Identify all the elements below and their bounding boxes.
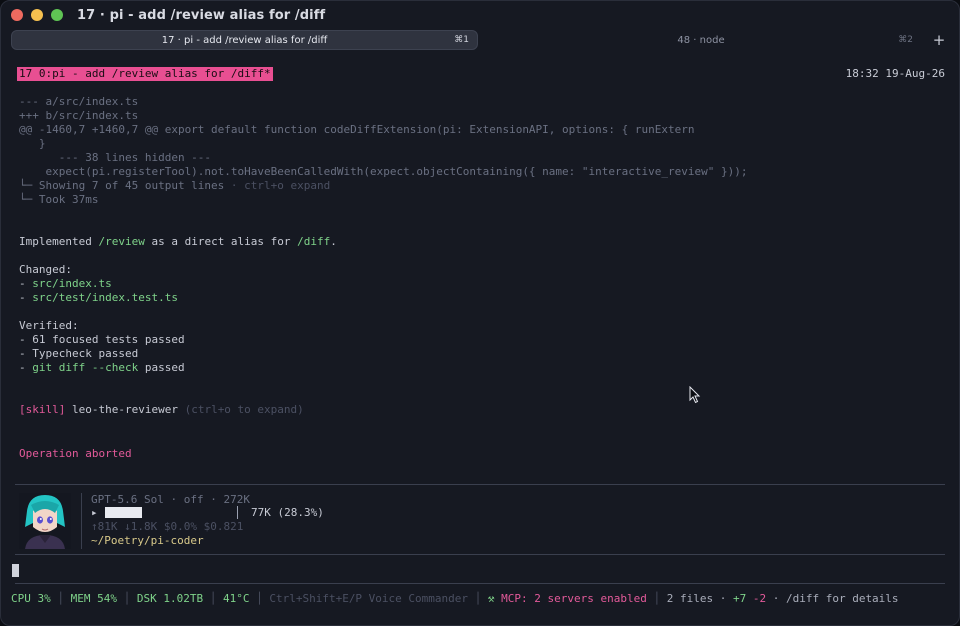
tab-label: 17 · pi - add /review alias for /diff [161,34,328,46]
skill-name: leo-the-reviewer [65,403,178,416]
status-bar: CPU 3% │ MEM 54% │ DSK 1.02TB │ 41°C │ C… [11,592,899,606]
skill-expand-hint[interactable]: (ctrl+o to expand) [178,403,304,416]
status-separator: │ [50,592,71,605]
disk-usage: DSK 1.02TB [136,592,204,605]
output-summary: └─ Showing 7 of 45 output lines · ctrl+o… [19,179,330,193]
diff-file-b: +++ b/src/index.ts [19,109,139,122]
status-separator: │ [116,592,137,605]
skill-tag: [skill] [19,403,66,416]
session-clock: 18:32 19-Aug-26 [845,67,945,80]
context-usage-bar-end [237,506,238,519]
output-summary-text: └─ Showing 7 of 45 output lines [19,179,231,192]
bullet: - [19,361,33,374]
zoom-window-button[interactable] [51,9,63,21]
verified-code: git diff --check [32,361,139,374]
expand-hint[interactable]: · ctrl+o expand [231,179,330,192]
verified-text: Typecheck passed [32,347,139,360]
changed-files-count: 2 files [666,592,714,605]
summary-text: . [330,235,337,248]
review-command: /review [98,235,145,248]
verified-item: - 61 focused tests passed [19,333,185,347]
skill-line: [skill] leo-the-reviewer (ctrl+o to expa… [19,403,304,417]
terminal-window: 17 · pi - add /review alias for /diff 17… [0,0,960,626]
summary-text: Implemented [19,235,99,248]
cpu-usage: CPU 3% [11,592,51,605]
terminal-content[interactable]: 17 0:pi - add /review alias for /diff* 1… [1,57,959,625]
diff-hunk-header: @@ -1460,7 +1460,7 @@ export default fun… [19,123,695,136]
diff-hidden-lines: --- 38 lines hidden --- [19,151,212,164]
diff-details-hint: /diff for details [785,592,899,605]
diff-file-a: --- a/src/index.ts [19,95,139,108]
divider [15,583,945,584]
context-usage: 77K (28.3%) [251,506,324,519]
new-tab-button[interactable]: + [929,30,949,50]
changed-file: src/index.ts [32,277,112,290]
status-separator: │ [468,592,488,605]
tab-label: 48 · node [677,34,725,46]
voice-commander-hint: Ctrl+Shift+E/P Voice Commander [269,592,469,605]
operation-aborted: Operation aborted [19,447,132,460]
avatar-icon [19,493,71,549]
summary-text: as a direct alias for [144,235,298,248]
temperature: 41°C [222,592,250,605]
model-info: GPT-5.6 Sol · off · 272K [91,493,250,506]
diff-code-line: expect(pi.registerTool).not.toHaveBeenCa… [19,165,748,178]
divider [15,484,945,485]
hammer-icon: ⚒ [487,592,495,605]
tab-node[interactable]: 48 · node ⌘2 [481,30,921,50]
title-bar: 17 · pi - add /review alias for /diff [1,1,959,29]
diff-command: /diff [297,235,331,248]
tab-bar: 17 · pi - add /review alias for /diff ⌘1… [1,30,959,51]
status-separator: │ [646,592,667,605]
mouse-pointer-icon [689,386,701,404]
tab-pi[interactable]: 17 · pi - add /review alias for /diff ⌘1 [11,30,478,50]
window-title: 17 · pi - add /review alias for /diff [77,7,326,23]
changed-file: src/test/index.test.ts [32,291,178,304]
context-usage-bar [105,507,142,518]
lines-added: +7 [732,592,747,605]
verified-item: - git diff --check passed [19,361,185,375]
footer-divider [81,493,82,549]
verified-heading: Verified: [19,319,79,332]
changed-file-item: - src/test/index.test.ts [19,291,178,305]
status-separator: │ [203,592,223,605]
changed-file-item: - src/index.ts [19,277,112,291]
memory-usage: MEM 54% [70,592,117,605]
bullet: - [19,347,33,360]
bullet: - [19,277,33,290]
divider [15,554,945,555]
minimize-window-button[interactable] [31,9,43,21]
status-dot: · [713,592,733,605]
verified-text: 61 focused tests passed [32,333,185,346]
input-cursor[interactable] [12,564,19,577]
changed-heading: Changed: [19,263,72,276]
diff-brace: } [19,137,46,150]
mcp-status[interactable]: MCP: 2 servers enabled [501,592,647,605]
summary-line: Implemented /review as a direct alias fo… [19,235,337,249]
tab-shortcut: ⌘2 [898,35,913,45]
took-time: └─ Took 37ms [19,193,99,206]
bullet: - [19,333,33,346]
lines-removed: -2 [752,592,767,605]
status-dot: · [766,592,786,605]
working-directory: ~/Poetry/pi-coder [91,534,204,547]
close-window-button[interactable] [11,9,23,21]
tab-shortcut: ⌘1 [454,35,469,45]
status-separator: │ [249,592,270,605]
verified-item: - Typecheck passed [19,347,138,361]
verified-text: passed [138,361,185,374]
session-badge: 17 0:pi - add /review alias for /diff* [17,67,273,81]
progress-marker: ▸ [91,506,98,519]
token-stats: ↑81K ↓1.8K $0.0% $0.821 [91,520,244,533]
bullet: - [19,291,33,304]
